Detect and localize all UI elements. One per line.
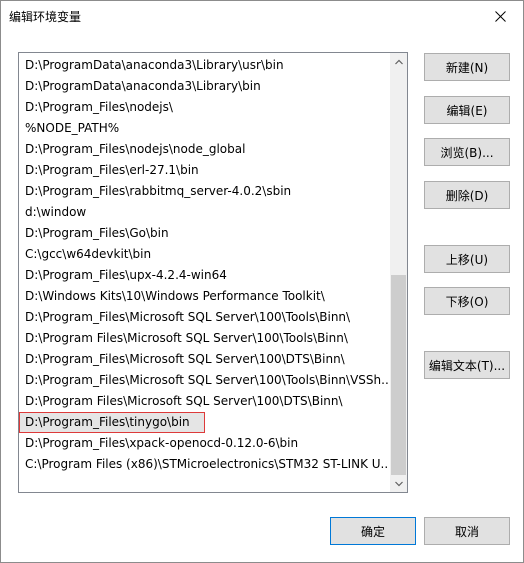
list-item[interactable]: D:\Program_Files\Microsoft SQL Server\10…: [19, 370, 389, 391]
list-item[interactable]: D:\Program_Files\xpack-openocd-0.12.0-6\…: [19, 433, 389, 454]
chevron-up-icon: [394, 59, 403, 64]
chevron-down-icon: [394, 481, 403, 486]
list-item[interactable]: %NODE_PATH%: [19, 118, 389, 139]
title-bar: 编辑环境变量: [1, 1, 523, 31]
list-item[interactable]: D:\Program_Files\nodejs\node_global: [19, 139, 389, 160]
list-item-selected[interactable]: D:\Program_Files\tinygo\bin: [19, 412, 205, 433]
scrollbar-thumb[interactable]: [391, 275, 406, 475]
list-item[interactable]: D:\Program_Files\Microsoft SQL Server\10…: [19, 307, 389, 328]
list-item[interactable]: d:\window: [19, 202, 389, 223]
new-button[interactable]: 新建(N): [424, 53, 510, 81]
path-list[interactable]: D:\ProgramData\anaconda3\Library\usr\bin…: [18, 52, 408, 493]
window-title: 编辑环境变量: [9, 10, 82, 24]
list-item[interactable]: D:\Program_Files\upx-4.2.4-win64: [19, 265, 389, 286]
list-item[interactable]: D:\ProgramData\anaconda3\Library\usr\bin: [19, 55, 389, 76]
list-item[interactable]: D:\Program_Files\Go\bin: [19, 223, 389, 244]
move-up-button[interactable]: 上移(U): [424, 245, 510, 273]
list-item[interactable]: D:\Program_Files\nodejs\: [19, 97, 389, 118]
scroll-up-button[interactable]: [390, 53, 407, 70]
delete-button[interactable]: 删除(D): [424, 181, 510, 209]
browse-button[interactable]: 浏览(B)...: [424, 138, 510, 166]
list-item[interactable]: D:\ProgramData\anaconda3\Library\bin: [19, 76, 389, 97]
list-item[interactable]: D:\Program Files\Microsoft SQL Server\10…: [19, 328, 389, 349]
path-list-items: D:\ProgramData\anaconda3\Library\usr\bin…: [19, 55, 389, 475]
list-item[interactable]: D:\Program_Files\erl-27.1\bin: [19, 160, 389, 181]
ok-button[interactable]: 确定: [330, 517, 416, 545]
move-down-button[interactable]: 下移(O): [424, 287, 510, 315]
list-item[interactable]: D:\Program_Files\rabbitmq_server-4.0.2\s…: [19, 181, 389, 202]
close-icon: [494, 10, 506, 22]
scroll-down-button[interactable]: [390, 475, 407, 492]
cancel-button[interactable]: 取消: [424, 517, 510, 545]
list-item[interactable]: C:\Program Files (x86)\STMicroelectronic…: [19, 454, 389, 475]
close-button[interactable]: [477, 1, 523, 31]
edit-text-button[interactable]: 编辑文本(T)...: [424, 351, 510, 379]
edit-env-var-dialog: 编辑环境变量 D:\ProgramData\anaconda3\Library\…: [0, 0, 524, 563]
vertical-scrollbar[interactable]: [390, 53, 407, 492]
list-item[interactable]: C:\gcc\w64devkit\bin: [19, 244, 389, 265]
edit-button[interactable]: 编辑(E): [424, 96, 510, 124]
list-item[interactable]: D:\Windows Kits\10\Windows Performance T…: [19, 286, 389, 307]
list-item[interactable]: D:\Program Files\Microsoft SQL Server\10…: [19, 391, 389, 412]
list-item[interactable]: D:\Program_Files\Microsoft SQL Server\10…: [19, 349, 389, 370]
